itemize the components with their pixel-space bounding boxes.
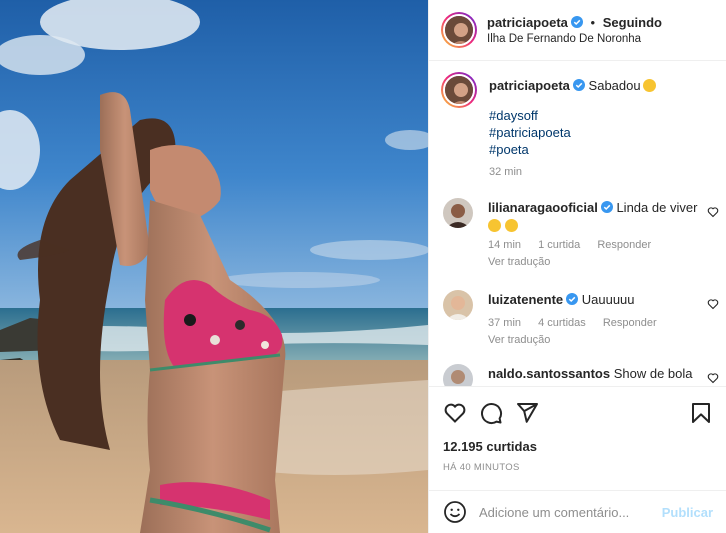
follow-status-button[interactable]: Seguindo bbox=[603, 15, 662, 30]
verified-badge-icon bbox=[572, 79, 585, 91]
avatar-image bbox=[445, 76, 473, 104]
comment-item: naldo.santossantos Show de bola bbox=[443, 364, 719, 386]
comment-body: luizatenente Uauuuuu 37 min 4 curtidas R… bbox=[488, 292, 719, 346]
commenter-avatar[interactable] bbox=[443, 290, 473, 320]
header-names: patriciapoeta • Seguindo Ilha De Fernand… bbox=[487, 15, 662, 45]
avatar-image bbox=[443, 290, 473, 320]
hashtag-link[interactable]: #poeta bbox=[489, 141, 656, 158]
comment-bubble-icon[interactable] bbox=[479, 401, 503, 425]
comment-time: 14 min bbox=[488, 239, 522, 251]
comment-likes-button[interactable]: 1 curtida bbox=[538, 239, 580, 251]
caption-avatar[interactable] bbox=[441, 72, 477, 108]
author-avatar[interactable] bbox=[441, 12, 477, 48]
share-send-icon[interactable] bbox=[515, 401, 539, 425]
commenter-avatar[interactable] bbox=[443, 198, 473, 228]
caption-username[interactable]: patriciapoeta bbox=[489, 78, 570, 93]
comment-input[interactable]: Adicione um comentário... bbox=[479, 505, 662, 520]
likes-count[interactable]: 12.195 curtidas bbox=[443, 439, 713, 454]
see-translation-button[interactable]: Ver tradução bbox=[488, 334, 719, 346]
emoji-picker-icon[interactable] bbox=[443, 500, 467, 524]
post-location[interactable]: Ilha De Fernando De Noronha bbox=[487, 33, 662, 45]
like-heart-icon[interactable] bbox=[443, 401, 467, 425]
post-header: patriciapoeta • Seguindo Ilha De Fernand… bbox=[429, 0, 726, 61]
comment-reply-button[interactable]: Responder bbox=[603, 317, 657, 329]
verified-badge-icon bbox=[566, 293, 579, 305]
kiss-emoji-icon bbox=[505, 219, 518, 232]
author-username[interactable]: patriciapoeta bbox=[487, 15, 568, 30]
caption-body: patriciapoeta Sabadou #daysoff #patricia… bbox=[489, 78, 656, 178]
hashtag-link[interactable]: #patriciapoeta bbox=[489, 124, 656, 141]
verified-badge-icon bbox=[570, 16, 583, 28]
comment-username[interactable]: naldo.santossantos bbox=[488, 366, 610, 381]
caption-text: Sabadou bbox=[588, 78, 641, 93]
verified-badge-icon bbox=[600, 201, 613, 213]
post-time-ago[interactable]: HÁ 40 MINUTOS bbox=[443, 462, 713, 473]
comment-text: Uauuuuu bbox=[581, 292, 635, 307]
comment-text: Linda de viver bbox=[616, 200, 698, 215]
comment-reply-button[interactable]: Responder bbox=[597, 239, 651, 251]
comment-item: luizatenente Uauuuuu 37 min 4 curtidas R… bbox=[443, 290, 719, 346]
publish-button[interactable]: Publicar bbox=[662, 505, 713, 520]
comment-time: 37 min bbox=[488, 317, 522, 329]
avatar-image bbox=[443, 364, 473, 386]
comment-body: naldo.santossantos Show de bola bbox=[488, 366, 719, 386]
post-caption: patriciapoeta Sabadou #daysoff #patricia… bbox=[441, 72, 656, 178]
like-comment-heart-icon[interactable] bbox=[707, 206, 719, 218]
kiss-emoji-icon bbox=[488, 219, 501, 232]
commenter-avatar[interactable] bbox=[443, 364, 473, 386]
comment-username[interactable]: lilianaragaooficial bbox=[488, 200, 598, 215]
action-icons-row bbox=[443, 401, 713, 425]
post-panel: patriciapoeta • Seguindo Ilha De Fernand… bbox=[428, 0, 726, 533]
comment-text: Show de bola bbox=[613, 366, 693, 381]
comment-item: lilianaragaooficial Linda de viver 14 mi… bbox=[443, 198, 719, 268]
add-comment-bar: Adicione um comentário... Publicar bbox=[429, 490, 726, 533]
see-translation-button[interactable]: Ver tradução bbox=[488, 256, 719, 268]
comment-meta: 14 min 1 curtida Responder bbox=[488, 239, 719, 251]
like-comment-heart-icon[interactable] bbox=[707, 298, 719, 310]
post-actions: 12.195 curtidas HÁ 40 MINUTOS bbox=[429, 386, 726, 473]
post-photo[interactable] bbox=[0, 0, 428, 533]
hashtag-link[interactable]: #daysoff bbox=[489, 107, 656, 124]
comment-body: lilianaragaooficial Linda de viver 14 mi… bbox=[488, 200, 719, 268]
avatar-image bbox=[443, 198, 473, 228]
like-comment-heart-icon[interactable] bbox=[707, 372, 719, 384]
comment-likes-button[interactable]: 4 curtidas bbox=[538, 317, 586, 329]
avatar-image bbox=[445, 16, 473, 44]
save-bookmark-icon[interactable] bbox=[689, 401, 713, 425]
comment-username[interactable]: luizatenente bbox=[488, 292, 563, 307]
caption-time: 32 min bbox=[489, 166, 523, 178]
beach-photo bbox=[0, 0, 428, 533]
comments-list[interactable]: patriciapoeta Sabadou #daysoff #patricia… bbox=[429, 62, 726, 386]
header-separator: • bbox=[590, 15, 596, 30]
caption-hashtags: #daysoff #patriciapoeta #poeta bbox=[489, 107, 656, 158]
comment-meta: 37 min 4 curtidas Responder bbox=[488, 317, 719, 329]
smile-emoji-icon bbox=[642, 79, 656, 92]
